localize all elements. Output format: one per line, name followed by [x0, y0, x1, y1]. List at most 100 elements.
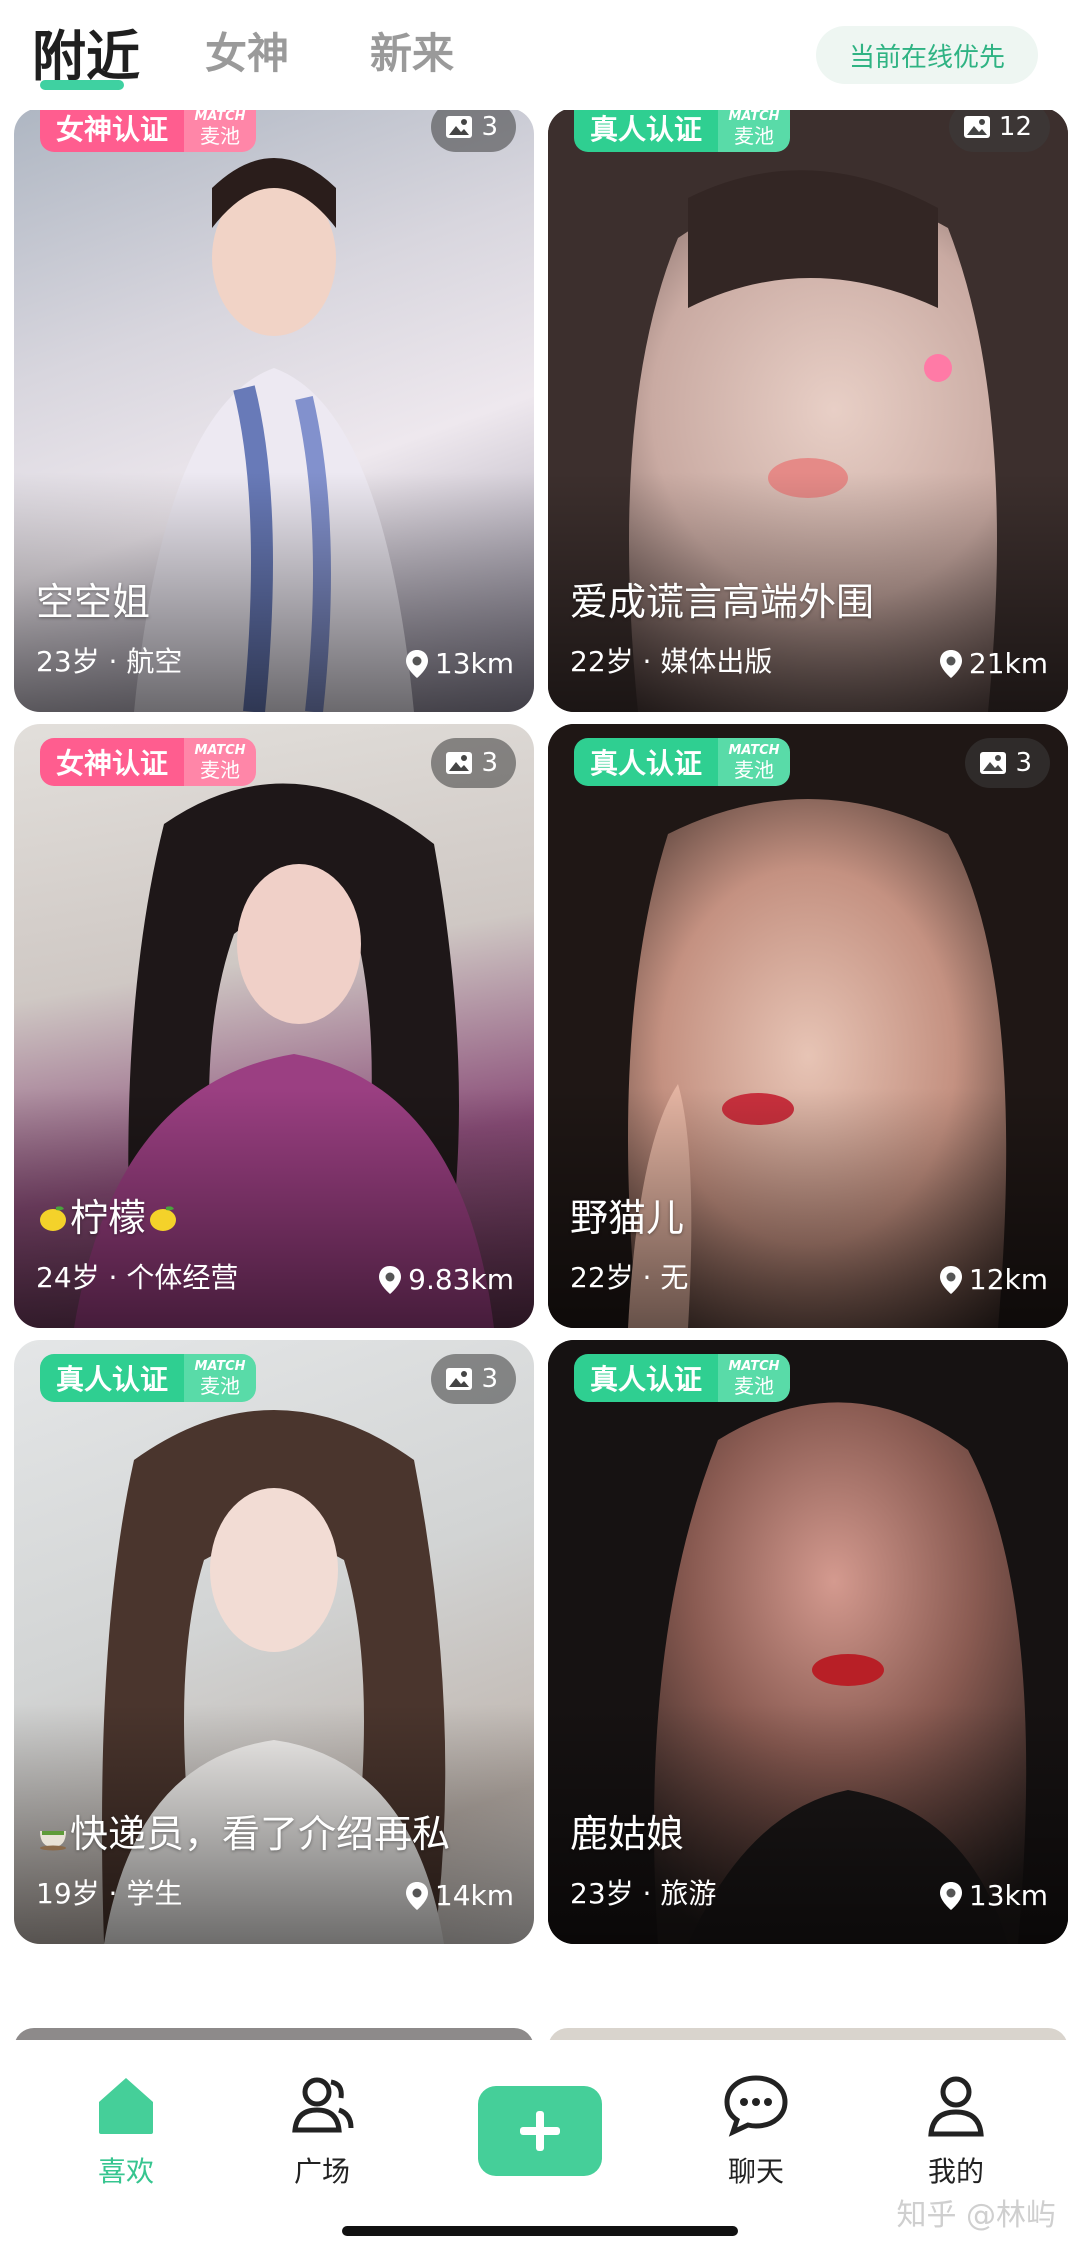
profile-name: 鹿姑娘	[570, 1812, 685, 1856]
photo-count-badge: 3	[431, 738, 516, 788]
badge-label: 女神认证	[40, 738, 185, 786]
match-logo: MATCH 麦池	[184, 108, 257, 152]
verify-badge: 女神认证 MATCH 麦池	[40, 738, 257, 786]
chat-bubble-icon	[724, 2075, 788, 2137]
profile-age-job: 23岁 · 旅游	[570, 1877, 717, 1910]
match-logo: MATCH 麦池	[184, 738, 257, 786]
image-icon	[963, 116, 990, 138]
person-icon	[928, 2076, 984, 2137]
profile-name: 野猫儿	[570, 1196, 685, 1240]
match-logo-en: MATCH	[194, 1359, 246, 1374]
match-logo-en: MATCH	[728, 743, 780, 758]
photo-count-badge: 3	[431, 108, 516, 152]
match-logo-cn: 麦池	[734, 758, 775, 782]
match-logo-cn: 麦池	[200, 124, 241, 148]
match-logo-cn: 麦池	[734, 1374, 775, 1398]
badge-label: 真人认证	[40, 1354, 185, 1402]
profile-card[interactable]: 真人认证 MATCH 麦池 鹿姑娘 23岁 · 旅游 13km	[548, 1340, 1068, 1944]
online-first-filter[interactable]: 当前在线优先	[816, 26, 1038, 84]
profile-card[interactable]: 真人认证 MATCH 麦池 12 爱成谎言高端外围 22岁 · 媒体出版 21k…	[548, 108, 1068, 712]
verify-badge: 真人认证 MATCH 麦池	[574, 108, 791, 152]
verify-badge: 真人认证 MATCH 麦池	[574, 1354, 791, 1402]
profile-distance: 12km	[939, 1263, 1048, 1296]
profile-name: 柠檬	[70, 1196, 147, 1240]
image-icon	[446, 1368, 473, 1390]
match-logo: MATCH 麦池	[184, 1354, 257, 1402]
match-logo-cn: 麦池	[734, 124, 775, 148]
profile-age-job: 22岁 · 无	[570, 1261, 689, 1294]
photo-count-badge: 3	[965, 738, 1050, 788]
nav-me-label: 我的	[927, 2155, 984, 2188]
watermark: 知乎 @林屿	[896, 2198, 1056, 2233]
image-icon	[446, 116, 473, 138]
profile-name-row: 柠檬	[36, 1187, 180, 1242]
match-logo: MATCH 麦池	[718, 738, 791, 786]
profile-distance: 13km	[939, 1879, 1048, 1912]
profile-distance: 9.83km	[378, 1263, 514, 1296]
profile-age-job: 24岁 · 个体经营	[36, 1261, 239, 1294]
profile-age-job: 22岁 · 媒体出版	[570, 645, 773, 678]
tab-newcomer[interactable]: 新来	[370, 20, 454, 81]
match-logo-en: MATCH	[194, 743, 246, 758]
lemon-icon	[40, 1206, 66, 1231]
match-logo: MATCH 麦池	[718, 108, 791, 152]
photo-count: 12	[998, 112, 1032, 142]
location-pin-icon	[405, 1881, 428, 1910]
nav-chat[interactable]: 聊天	[676, 2070, 836, 2190]
location-pin-icon	[405, 649, 428, 678]
profile-name: 快递员，看了介绍再私	[70, 1812, 451, 1856]
nav-square[interactable]: 广场	[242, 2070, 402, 2190]
image-icon	[980, 752, 1007, 774]
top-tab-bar: 附近 女神 新来 当前在线优先	[0, 0, 1080, 110]
badge-label: 女神认证	[40, 108, 185, 152]
match-logo-en: MATCH	[194, 109, 246, 124]
profile-card[interactable]: 女神认证 MATCH 麦池 3 空空姐 23岁 · 航空 13km	[14, 108, 534, 712]
match-logo-en: MATCH	[728, 1359, 780, 1374]
screen: 附近 女神 新来 当前在线优先 女神认证 MATCH 麦池 3 空空姐 23岁 …	[0, 0, 1080, 2250]
location-pin-icon	[939, 1881, 962, 1910]
home-indicator	[342, 2226, 738, 2236]
nav-like[interactable]: 喜欢	[46, 2070, 206, 2190]
profile-distance: 14km	[405, 1879, 514, 1912]
verify-badge: 真人认证 MATCH 麦池	[574, 738, 791, 786]
nav-me[interactable]: 我的	[876, 2070, 1036, 2190]
distance-value: 13km	[968, 1879, 1048, 1912]
tab-goddess[interactable]: 女神	[205, 20, 289, 81]
profile-card[interactable]: 真人认证 MATCH 麦池 3 野猫儿 22岁 · 无 12km	[548, 724, 1068, 1328]
distance-value: 9.83km	[408, 1263, 514, 1296]
profile-distance: 21km	[939, 647, 1048, 680]
profile-name: 空空姐	[36, 580, 151, 624]
lemon-icon	[150, 1206, 177, 1231]
people-icon	[292, 2077, 354, 2133]
location-pin-icon	[939, 649, 962, 678]
add-button[interactable]	[478, 2086, 602, 2176]
badge-label: 真人认证	[574, 108, 719, 152]
distance-value: 13km	[434, 647, 514, 680]
bottom-navigation: 喜欢 广场 聊天 我的 知乎 @林屿	[0, 2040, 1080, 2250]
profile-card[interactable]: 女神认证 MATCH 麦池 3 柠檬 24岁 · 个体经营 9.83km	[14, 724, 534, 1328]
profile-age-job: 19岁 · 学生	[36, 1877, 183, 1910]
photo-count-badge: 12	[948, 108, 1050, 152]
profile-name: 爱成谎言高端外围	[570, 580, 875, 624]
active-tab-indicator	[40, 80, 124, 90]
badge-label: 真人认证	[574, 1354, 719, 1402]
photo-count: 3	[1015, 748, 1032, 778]
nav-like-label: 喜欢	[97, 2155, 154, 2188]
verify-badge: 女神认证 MATCH 麦池	[40, 108, 257, 152]
profile-distance: 13km	[405, 647, 514, 680]
photo-count: 3	[481, 748, 498, 778]
photo-count: 3	[481, 1364, 498, 1394]
location-pin-icon	[379, 1265, 402, 1294]
photo-count-badge: 3	[431, 1354, 516, 1404]
tea-cup-icon	[40, 1831, 66, 1851]
match-logo-en: MATCH	[728, 109, 780, 124]
profile-name-row: 快递员，看了介绍再私	[36, 1803, 450, 1858]
nav-chat-label: 聊天	[727, 2155, 784, 2188]
badge-label: 真人认证	[574, 738, 719, 786]
distance-value: 14km	[434, 1879, 514, 1912]
home-icon	[99, 2078, 153, 2134]
image-icon	[446, 752, 473, 774]
profile-card[interactable]: 真人认证 MATCH 麦池 3 快递员，看了介绍再私 19岁 · 学生 14km	[14, 1340, 534, 1944]
distance-value: 12km	[968, 1263, 1048, 1296]
distance-value: 21km	[968, 647, 1048, 680]
